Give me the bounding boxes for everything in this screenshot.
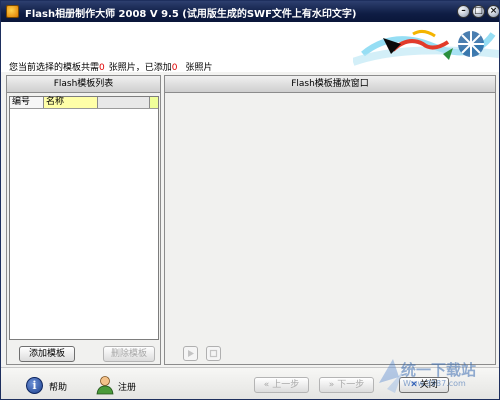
header-area: 您当前选择的模板共需0 张照片，已添加0 张照片: [1, 22, 499, 73]
play-button[interactable]: [183, 346, 198, 361]
title-bar[interactable]: Flash相册制作大师 2008 V 9.5 (试用版生成的SWF文件上有水印文…: [1, 1, 499, 22]
close-window-button[interactable]: ×: [487, 5, 499, 18]
info-icon[interactable]: i: [26, 377, 43, 394]
play-icon: [188, 350, 194, 357]
count-prefix: 您当前选择的模板共需: [9, 63, 100, 73]
column-header-name[interactable]: 名称: [44, 97, 98, 108]
watermark-text: 统一下载站: [401, 361, 477, 379]
count-mid: 张照片，已添加: [108, 63, 172, 73]
previous-step-button[interactable]: « 上一步: [254, 377, 309, 393]
register-link[interactable]: 注册: [118, 380, 136, 393]
stop-icon: [209, 349, 218, 358]
minimize-button[interactable]: –: [457, 5, 470, 18]
previous-step-label: 上一步: [272, 380, 300, 390]
next-step-label: 下一步: [337, 380, 365, 390]
added-photo-count: 0: [171, 63, 178, 73]
double-right-arrow-icon: »: [328, 380, 335, 390]
player-panel: Flash模板播放窗口: [164, 75, 496, 365]
flash-preview-area: [167, 95, 493, 341]
template-list-panel: Flash模板列表 编号 名称 添加模板 删除模板: [6, 75, 161, 365]
flash-banner-image: [353, 24, 499, 70]
template-list[interactable]: 编号 名称: [9, 96, 159, 340]
next-step-button[interactable]: » 下一步: [319, 377, 374, 393]
template-list-title: Flash模板列表: [7, 76, 160, 93]
window-title: Flash相册制作大师 2008 V 9.5 (试用版生成的SWF文件上有水印文…: [25, 9, 357, 20]
delete-template-button[interactable]: 删除模板: [103, 346, 155, 362]
help-link[interactable]: 帮助: [49, 380, 67, 393]
column-header-empty: [98, 97, 150, 108]
column-header-end: [150, 97, 158, 108]
player-title: Flash模板播放窗口: [165, 76, 495, 93]
count-suffix: 张照片: [185, 63, 213, 73]
app-logo-icon: [6, 5, 19, 18]
user-icon[interactable]: [95, 375, 115, 395]
photo-count-summary: 您当前选择的模板共需0 张照片，已添加0 张照片: [9, 60, 213, 73]
column-header-number[interactable]: 编号: [10, 97, 44, 108]
list-header: 编号 名称: [10, 97, 158, 109]
app-window: Flash相册制作大师 2008 V 9.5 (试用版生成的SWF文件上有水印文…: [0, 0, 500, 400]
double-left-arrow-icon: «: [263, 380, 270, 390]
required-photo-count: 0: [99, 63, 105, 73]
add-template-button[interactable]: 添加模板: [19, 346, 75, 362]
watermark-url: Www.3987.com: [403, 379, 466, 388]
stop-button[interactable]: [206, 346, 221, 361]
maximize-button[interactable]: □: [472, 5, 485, 18]
